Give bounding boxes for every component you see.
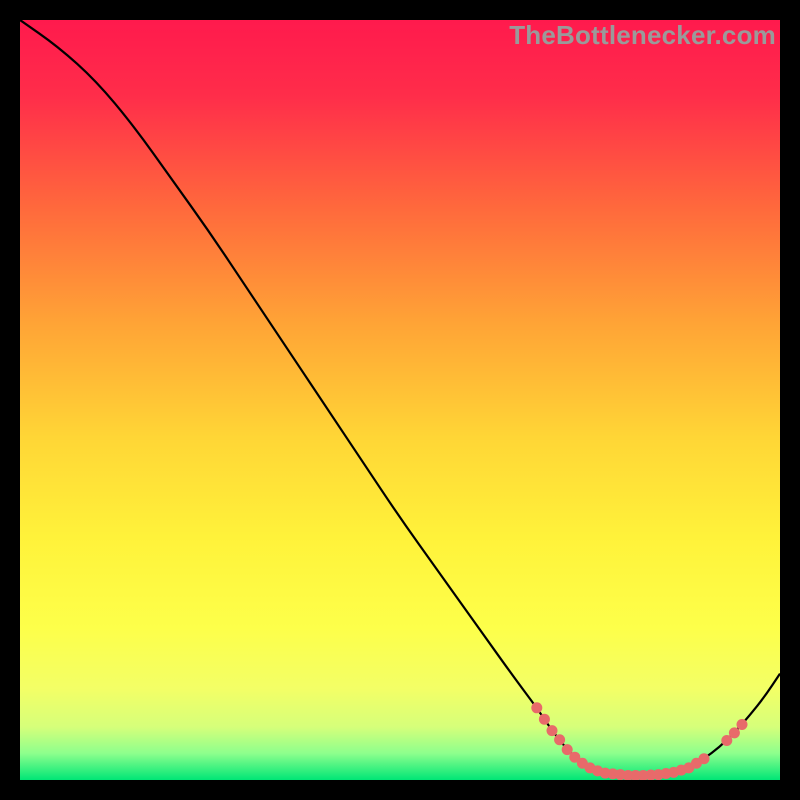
watermark-text: TheBottlenecker.com — [509, 20, 776, 51]
marker-dot — [554, 734, 565, 745]
chart-svg — [20, 20, 780, 780]
marker-dot — [539, 714, 550, 725]
marker-dot — [531, 702, 542, 713]
marker-dot — [737, 719, 748, 730]
marker-dot — [699, 753, 710, 764]
marker-dot — [547, 725, 558, 736]
gradient-background — [20, 20, 780, 780]
outer-black-frame: TheBottlenecker.com — [20, 20, 780, 780]
marker-dot — [729, 727, 740, 738]
